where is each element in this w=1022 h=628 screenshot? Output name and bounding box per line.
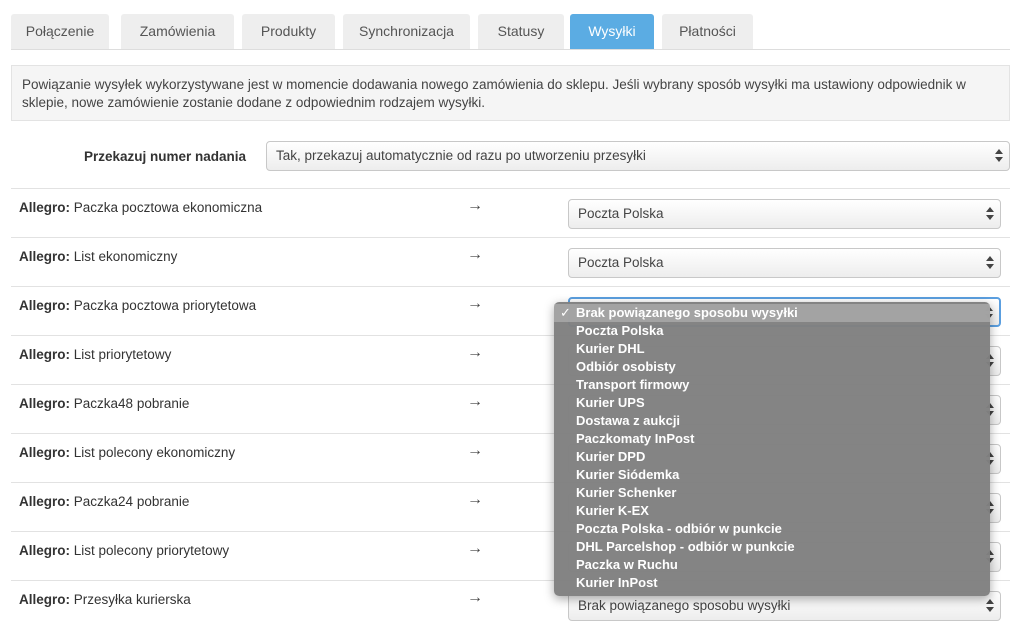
shipping-options-dropdown: ✓ Brak powiązanego sposobu wysyłki Poczta… xyxy=(554,302,990,596)
mapping-row: Allegro: Paczka pocztowa ekonomiczna → P… xyxy=(11,188,1010,237)
select-arrows-icon xyxy=(986,255,994,271)
tab-statuses[interactable]: Statusy xyxy=(478,14,564,49)
select-arrows-icon xyxy=(995,148,1003,164)
mapping-source: Allegro: List polecony ekonomiczny xyxy=(19,445,236,460)
dropdown-option[interactable]: Kurier Siódemka xyxy=(554,466,990,484)
tab-payments[interactable]: Płatności xyxy=(662,14,753,49)
dropdown-option[interactable]: Dostawa z aukcji xyxy=(554,412,990,430)
arrow-right-icon: → xyxy=(467,344,483,361)
dropdown-option[interactable]: Kurier K-EX xyxy=(554,502,990,520)
mapping-source: Allegro: Paczka pocztowa ekonomiczna xyxy=(19,200,263,215)
arrow-right-icon: → xyxy=(467,246,483,263)
mapping-source: Allegro: List priorytetowy xyxy=(19,347,172,362)
select-arrows-icon xyxy=(986,206,994,222)
arrow-right-icon: → xyxy=(467,442,483,459)
dropdown-option[interactable]: Kurier UPS xyxy=(554,394,990,412)
arrow-right-icon: → xyxy=(467,589,483,606)
mapping-row: Allegro: List ekonomiczny → Poczta Polsk… xyxy=(11,237,1010,286)
info-box: Powiązanie wysyłek wykorzystywane jest w… xyxy=(11,65,1010,121)
dropdown-option[interactable]: Kurier DPD xyxy=(554,448,990,466)
select-arrows-icon xyxy=(986,598,994,614)
dropdown-option[interactable]: Kurier InPost xyxy=(554,574,990,592)
dropdown-option[interactable]: Transport firmowy xyxy=(554,376,990,394)
tab-orders[interactable]: Zamówienia xyxy=(121,14,234,49)
mapping-source: Allegro: List polecony priorytetowy xyxy=(19,543,230,558)
info-text: Powiązanie wysyłek wykorzystywane jest w… xyxy=(22,77,966,110)
tracking-number-select[interactable]: Tak, przekazuj automatycznie od razu po … xyxy=(266,141,1010,171)
mapping-source: Allegro: Paczka pocztowa priorytetowa xyxy=(19,298,257,313)
mapping-source: Allegro: Paczka48 pobranie xyxy=(19,396,190,411)
arrow-right-icon: → xyxy=(467,295,483,312)
arrow-right-icon: → xyxy=(467,393,483,410)
tracking-number-label: Przekazuj numer nadania xyxy=(84,149,247,164)
checkmark-icon: ✓ xyxy=(560,305,571,320)
dropdown-option[interactable]: Kurier Schenker xyxy=(554,484,990,502)
dropdown-option[interactable]: Kurier DHL xyxy=(554,340,990,358)
dropdown-option[interactable]: Poczta Polska xyxy=(554,322,990,340)
dropdown-option[interactable]: ✓ Brak powiązanego sposobu wysyłki xyxy=(554,304,990,322)
arrow-right-icon: → xyxy=(467,491,483,508)
mapping-select[interactable]: Poczta Polska xyxy=(568,248,1001,278)
mapping-source: Allegro: List ekonomiczny xyxy=(19,249,178,264)
dropdown-option[interactable]: Paczka w Ruchu xyxy=(554,556,990,574)
tab-shipping[interactable]: Wysyłki xyxy=(570,14,654,49)
dropdown-option[interactable]: Paczkomaty InPost xyxy=(554,430,990,448)
tab-bar: Połączenie Zamówienia Produkty Synchroni… xyxy=(11,14,1010,50)
dropdown-option[interactable]: DHL Parcelshop - odbiór w punkcie xyxy=(554,538,990,556)
mapping-source: Allegro: Przesyłka kurierska xyxy=(19,592,191,607)
tab-synchronization[interactable]: Synchronizacja xyxy=(343,14,470,49)
dropdown-option[interactable]: Poczta Polska - odbiór w punkcie xyxy=(554,520,990,538)
mapping-source: Allegro: Paczka24 pobranie xyxy=(19,494,190,509)
tab-products[interactable]: Produkty xyxy=(242,14,335,49)
mapping-select[interactable]: Poczta Polska xyxy=(568,199,1001,229)
arrow-right-icon: → xyxy=(467,540,483,557)
arrow-right-icon: → xyxy=(467,197,483,214)
tab-connection[interactable]: Połączenie xyxy=(11,14,109,49)
dropdown-option[interactable]: Odbiór osobisty xyxy=(554,358,990,376)
tracking-number-value: Tak, przekazuj automatycznie od razu po … xyxy=(276,148,646,163)
